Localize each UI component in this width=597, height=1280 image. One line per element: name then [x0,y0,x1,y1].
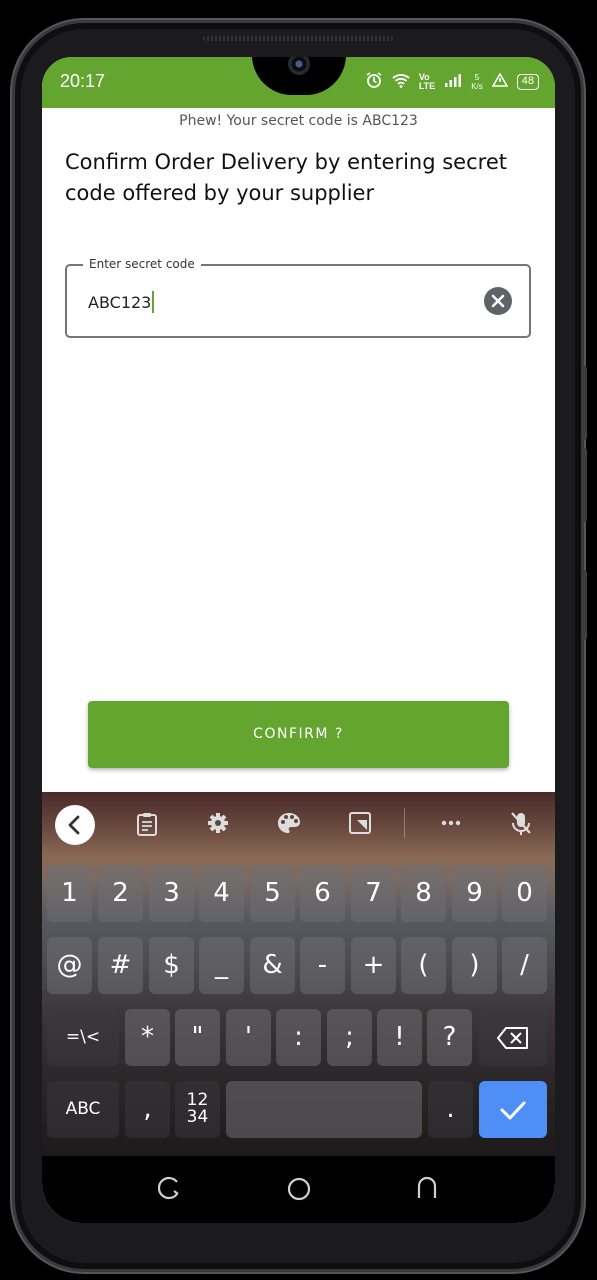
key-3[interactable]: 3 [149,865,194,922]
key-5[interactable]: 5 [250,865,295,922]
secret-code-input[interactable]: ABC123 [88,291,155,313]
mic-off-icon[interactable] [506,811,536,844]
volume-down-button [582,448,587,522]
clear-icon[interactable] [484,287,512,315]
battery-indicator: 48 [516,73,539,90]
key-close-paren[interactable]: ) [452,937,497,994]
volume-up-button [582,366,587,440]
clipboard-icon[interactable] [132,811,162,844]
recents-icon[interactable] [155,1176,185,1205]
secret-code-value: ABC123 [88,293,152,312]
resize-icon[interactable] [345,811,375,842]
key-hash[interactable]: # [98,937,143,994]
net-speed: 5 K/s [471,73,483,91]
key-numpad[interactable]: 12 34 [175,1081,220,1138]
confirm-button[interactable]: CONFIRM ? [88,701,509,768]
secret-code-label: Enter secret code [83,257,201,271]
key-minus[interactable]: - [300,937,345,994]
key-slash[interactable]: / [502,937,547,994]
key-question[interactable]: ? [427,1009,472,1066]
status-bar: 20:17 Vo LTE 5 K/s 48 [42,57,555,108]
alarm-icon [365,71,383,92]
toolbar-divider [404,808,405,838]
back-icon[interactable] [412,1176,442,1205]
key-6[interactable]: 6 [300,865,345,922]
key-1[interactable]: 1 [47,865,92,922]
settings-icon[interactable] [203,811,233,842]
status-time: 20:17 [60,71,106,91]
numpad-label-bottom: 34 [186,1107,209,1127]
key-ampersand[interactable]: & [250,937,295,994]
text-cursor [152,291,155,313]
volte-lte: LTE [418,80,436,91]
key-comma[interactable]: , [125,1081,170,1138]
key-space[interactable] [226,1081,422,1138]
page-heading: Confirm Order Delivery by entering secre… [65,150,507,205]
keyboard-toolbar [42,792,555,856]
key-abc[interactable]: ABC [47,1081,119,1138]
speaker-grill [203,36,393,41]
secret-code-field[interactable]: Enter secret code ABC123 [65,257,531,338]
key-open-paren[interactable]: ( [401,937,446,994]
screen: 20:17 Vo LTE 5 K/s 48 Phew! Your secret … [42,57,555,1223]
warning-icon [491,72,509,90]
key-symbols-toggle[interactable]: =\< [47,1009,119,1066]
power-button [582,570,587,640]
key-dollar[interactable]: $ [149,937,194,994]
enter-check-icon[interactable] [479,1081,547,1138]
key-at[interactable]: @ [47,937,92,994]
key-2[interactable]: 2 [98,865,143,922]
navigation-bar [42,1156,555,1223]
volte-indicator: Vo LTE [418,72,436,91]
key-single-quote[interactable]: ' [226,1009,271,1066]
backspace-icon[interactable] [479,1009,547,1066]
palette-icon[interactable] [274,811,304,842]
key-underscore[interactable]: _ [199,937,244,994]
key-exclamation[interactable]: ! [377,1009,422,1066]
key-period[interactable]: . [428,1081,473,1138]
signal-icon [444,73,462,90]
secret-code-banner: Phew! Your secret code is ABC123 [179,113,418,129]
back-icon[interactable] [55,805,95,845]
home-icon[interactable] [284,1176,314,1207]
key-plus[interactable]: + [351,937,396,994]
net-speed-value: 5 [474,72,480,82]
key-double-quote[interactable]: " [175,1009,220,1066]
wifi-icon [392,72,410,91]
net-speed-unit: K/s [471,81,483,91]
key-semicolon[interactable]: ; [327,1009,372,1066]
status-icons: Vo LTE 5 K/s 48 [365,71,539,92]
key-4[interactable]: 4 [199,865,244,922]
keyboard: 1 2 3 4 5 6 7 8 9 0 @ # $ _ & - + ( ) / … [42,792,555,1156]
key-9[interactable]: 9 [452,865,497,922]
more-icon[interactable] [436,811,466,842]
key-8[interactable]: 8 [401,865,446,922]
key-asterisk[interactable]: * [125,1009,170,1066]
key-colon[interactable]: : [276,1009,321,1066]
key-7[interactable]: 7 [351,865,396,922]
key-0[interactable]: 0 [502,865,547,922]
